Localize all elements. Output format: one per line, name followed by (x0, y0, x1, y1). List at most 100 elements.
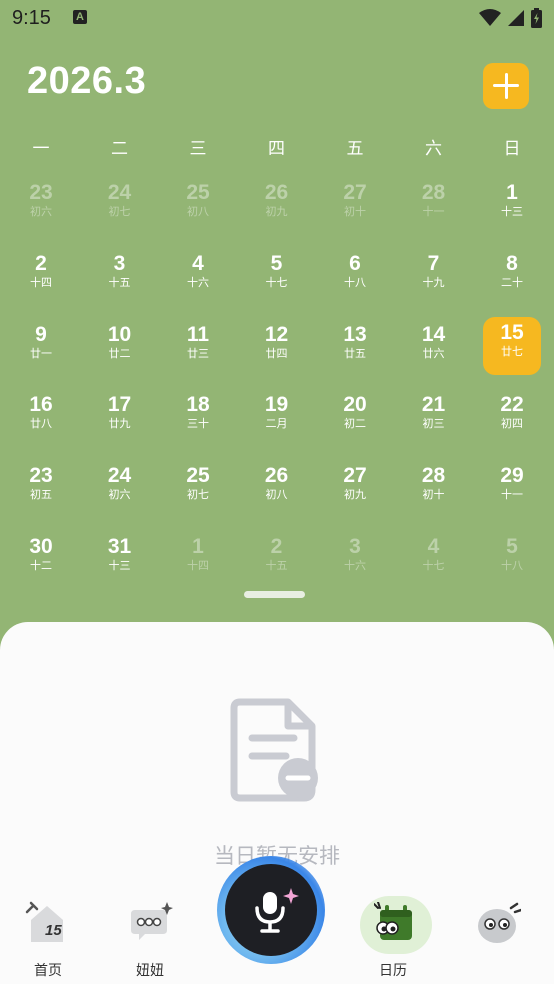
day-number: 24 (107, 464, 132, 488)
nav-home-label: 首页 (34, 962, 62, 978)
calendar-day[interactable]: 28 十一 (395, 177, 473, 237)
calendar-day[interactable]: 25 初八 (159, 177, 237, 237)
calendar-day[interactable]: 3 十六 (316, 531, 394, 591)
add-event-button[interactable] (483, 63, 529, 109)
lunar-date: 初七 (187, 489, 209, 502)
lunar-date: 初四 (501, 418, 523, 431)
day-number: 22 (500, 393, 524, 417)
lunar-date: 二十 (501, 276, 523, 289)
lunar-date: 初八 (187, 206, 209, 218)
lunar-date: 廿四 (265, 347, 288, 360)
weekday-header: 一 二 三 四 五 六 日 (2, 134, 552, 158)
calendar-day[interactable]: 16 廿八 (2, 389, 80, 449)
day-number: 9 (35, 322, 47, 346)
calendar-day[interactable]: 18 三十 (159, 389, 237, 449)
day-number: 23 (29, 181, 53, 204)
lunar-date: 十二 (30, 560, 52, 572)
calendar-day[interactable]: 12 廿四 (238, 319, 316, 379)
calendar-day[interactable]: 11 廿三 (159, 319, 237, 379)
day-number: 8 (506, 251, 518, 275)
lunar-date: 十四 (187, 560, 209, 572)
calendar-day[interactable]: 6 十八 (316, 248, 394, 308)
calendar-day-today[interactable]: 15 廿七 (483, 316, 541, 375)
calendar-day[interactable]: 24 初六 (81, 460, 159, 520)
lunar-date: 十三 (501, 206, 523, 218)
day-number: 29 (500, 464, 524, 488)
day-number: 2 (270, 535, 283, 558)
day-number: 24 (107, 181, 132, 204)
lunar-date: 十七 (265, 276, 288, 289)
lunar-date: 初七 (108, 206, 131, 218)
calendar-day[interactable]: 9 廿一 (2, 319, 80, 379)
calendar-day[interactable]: 20 初二 (316, 389, 394, 449)
calendar-day[interactable]: 4 十七 (395, 531, 473, 591)
calendar-day[interactable]: 2 十四 (2, 248, 80, 308)
lunar-date: 初五 (30, 489, 52, 502)
nav-niuniu[interactable]: 妞妞 (115, 884, 185, 984)
calendar-day[interactable]: 5 十七 (238, 248, 316, 308)
calendar-day[interactable]: 27 初十 (316, 177, 394, 237)
nav-calendar[interactable]: 日历 (358, 884, 432, 984)
calendar-day[interactable]: 26 初九 (238, 177, 316, 237)
calendar-day[interactable]: 19 二月 (238, 389, 316, 449)
calendar-day[interactable]: 29 十一 (473, 460, 551, 520)
calendar-day[interactable]: 7 十九 (395, 248, 473, 308)
signal-icon (508, 10, 524, 26)
drag-handle[interactable] (244, 591, 305, 598)
lunar-date: 廿一 (30, 347, 52, 360)
day-number: 4 (192, 251, 204, 275)
calendar-day[interactable]: 23 初六 (2, 177, 80, 237)
day-number: 27 (343, 464, 367, 488)
calendar-day[interactable]: 26 初八 (238, 460, 316, 520)
calendar-day[interactable]: 31 十三 (81, 531, 159, 591)
day-number: 18 (186, 393, 210, 417)
calendar-day[interactable]: 25 初七 (159, 460, 237, 520)
calendar-day[interactable]: 24 初七 (81, 177, 159, 237)
calendar-day[interactable]: 1 十三 (473, 177, 551, 237)
calendar-day[interactable]: 23 初五 (2, 460, 80, 520)
calendar-day[interactable]: 4 十六 (159, 248, 237, 308)
calendar-day[interactable]: 10 廿二 (81, 319, 159, 379)
lunar-date: 初六 (30, 206, 52, 218)
day-number: 10 (107, 322, 132, 346)
day-number: 19 (264, 393, 289, 417)
calendar-day[interactable]: 1 十四 (159, 531, 237, 591)
lunar-date: 廿五 (344, 347, 366, 360)
nav-home[interactable]: 15 首页 (13, 884, 83, 984)
lunar-date: 三十 (187, 418, 209, 431)
calendar-day[interactable]: 3 十五 (81, 248, 159, 308)
calendar-day[interactable]: 17 廿九 (81, 389, 159, 449)
day-number: 25 (186, 464, 210, 488)
calendar-day[interactable]: 22 初四 (473, 389, 551, 449)
calendar-day[interactable]: 30 十二 (2, 531, 80, 591)
calendar-day[interactable]: 5 十八 (473, 531, 551, 591)
lunar-date: 廿三 (187, 347, 209, 360)
weekday-wed: 三 (189, 139, 207, 158)
calendar-icon (374, 902, 412, 940)
lunar-date: 十五 (265, 560, 288, 572)
calendar-day[interactable]: 8 二十 (473, 248, 551, 308)
month-title[interactable]: 2026.3 (27, 60, 146, 103)
calendar-day[interactable]: 2 十五 (238, 531, 316, 591)
calendar-day[interactable]: 14 廿六 (395, 319, 473, 379)
weekday-thu: 四 (268, 139, 285, 158)
lunar-date: 十四 (30, 276, 52, 289)
day-number: 20 (343, 393, 367, 417)
calendar-day[interactable]: 27 初九 (316, 460, 394, 520)
voice-button[interactable] (217, 856, 325, 964)
mascot-icon (478, 902, 521, 943)
day-number: 13 (343, 322, 367, 346)
day-number: 17 (107, 393, 132, 417)
day-number: 7 (427, 251, 440, 275)
day-number: 27 (343, 181, 367, 204)
calendar-day[interactable]: 13 廿五 (316, 319, 394, 379)
lunar-date: 初三 (422, 418, 445, 431)
lunar-date: 十七 (422, 560, 445, 572)
calendar-day[interactable]: 28 初十 (395, 460, 473, 520)
wifi-icon (479, 9, 501, 26)
day-number: 1 (192, 535, 204, 558)
calendar-day[interactable]: 21 初三 (395, 389, 473, 449)
nav-mascot[interactable] (463, 884, 533, 984)
lunar-date: 初二 (344, 418, 366, 431)
day-number: 21 (421, 393, 446, 417)
